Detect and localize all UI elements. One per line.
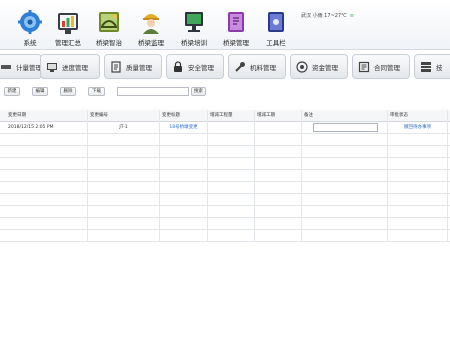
module-quality[interactable]: 质量管理: [104, 54, 162, 79]
remark-input[interactable]: [313, 123, 378, 132]
column-header-date[interactable]: 变更日期: [0, 110, 88, 122]
search-input[interactable]: [117, 87, 189, 96]
module-safety-label: 安全管理: [188, 63, 214, 72]
cell-code: JT-1: [88, 122, 160, 134]
module-progress-label: 进度管理: [62, 63, 88, 72]
new-button[interactable]: 新建: [4, 87, 20, 96]
column-header-status[interactable]: 审批状态: [388, 110, 448, 122]
column-header-title[interactable]: 变更标题: [160, 110, 208, 122]
bridge-panel-icon: [99, 12, 119, 32]
grid-toolbar: 新建 编辑 删除 下载 搜索: [0, 86, 450, 100]
menu-management-summary-label: 管理汇总: [55, 39, 81, 47]
search-button[interactable]: 搜索: [191, 87, 206, 96]
module-machinery[interactable]: 机料管理: [228, 54, 286, 79]
menu-bridge-supervision[interactable]: 桥梁监理: [129, 10, 173, 48]
menu-toolbox[interactable]: 工具栏: [254, 10, 298, 48]
ruler-icon: [1, 64, 11, 69]
menu-toolbox-label: 工具栏: [266, 39, 286, 47]
delete-button[interactable]: 删除: [60, 87, 76, 96]
menu-bridge-management-label: 桥梁管理: [223, 39, 249, 47]
menu-bridge-governance[interactable]: 桥梁智治: [87, 10, 131, 48]
edit-button[interactable]: 编辑: [32, 87, 48, 96]
contract-icon: [358, 61, 370, 72]
module-bar: 计量管理 进度管理 质量管理 安全管理 机料管理 资金管理 合同管理 技: [0, 52, 450, 82]
lock-icon: [174, 60, 182, 72]
book-icon: [228, 12, 244, 32]
column-header-qty[interactable]: 增减工程量: [208, 110, 255, 122]
table-row-empty: [0, 206, 450, 218]
document-icon: [111, 60, 121, 73]
menu-bridge-management[interactable]: 桥梁管理: [214, 10, 258, 48]
module-metering-label: 计量管理: [16, 63, 42, 72]
column-header-remark[interactable]: 备注: [302, 110, 388, 122]
module-progress[interactable]: 进度管理: [40, 54, 100, 79]
chart-icon: [58, 13, 78, 34]
table-row-empty: [0, 182, 450, 194]
column-header-code[interactable]: 变更编号: [88, 110, 160, 122]
module-metering[interactable]: 计量管理: [0, 54, 42, 79]
table-row-empty: [0, 218, 450, 230]
progress-monitor-icon: [47, 62, 57, 72]
cell-qty: [208, 122, 255, 134]
menu-bridge-governance-label: 桥梁智治: [96, 39, 122, 47]
top-ribbon: 系统 管理汇总 桥梁智治 桥梁监理 桥梁培训 桥梁管理 工具栏 武汉 小雨 17…: [0, 0, 450, 50]
cell-date: 2018/12/15 2:05 PM: [0, 122, 88, 134]
table-row-empty: [0, 134, 450, 146]
module-contract-label: 合同管理: [374, 63, 400, 72]
table-row-empty: [0, 158, 450, 170]
table-row-empty: [0, 146, 450, 158]
module-quality-label: 质量管理: [126, 63, 152, 72]
menu-bridge-training[interactable]: 桥梁培训: [172, 10, 216, 48]
cell-days: [255, 122, 302, 134]
weather-flag: ≡: [349, 13, 354, 19]
menu-bridge-supervision-label: 桥梁监理: [138, 39, 164, 47]
weather-info: 武汉 小雨 17~27℃ ≡: [301, 12, 354, 19]
wrench-icon: [235, 61, 245, 72]
coin-icon: [296, 60, 308, 73]
table-row-empty: [0, 230, 450, 242]
module-technology-label: 技: [436, 63, 443, 72]
change-grid: 变更日期 变更编号 变更标题 增减工程量 增减工期 备注 审批状态 2018/1…: [0, 110, 450, 245]
menu-bridge-training-label: 桥梁培训: [181, 39, 207, 47]
module-contract[interactable]: 合同管理: [352, 54, 410, 79]
menu-management-summary[interactable]: 管理汇总: [46, 10, 90, 48]
monitor-icon: [185, 12, 203, 32]
table-row-empty: [0, 170, 450, 182]
weather-text: 武汉 小雨 17~27℃: [301, 13, 347, 19]
cell-status-link[interactable]: 撤回待办事项: [388, 122, 448, 134]
module-machinery-label: 机料管理: [250, 63, 276, 72]
grid-header-row: 变更日期 变更编号 变更标题 增减工程量 增减工期 备注 审批状态: [0, 110, 450, 122]
table-row-empty: [0, 194, 450, 206]
module-funds[interactable]: 资金管理: [290, 54, 348, 79]
download-button[interactable]: 下载: [88, 87, 105, 96]
column-header-days[interactable]: 增减工期: [255, 110, 302, 122]
module-safety[interactable]: 安全管理: [166, 54, 224, 79]
cell-title-link[interactable]: 18号桥墩变更: [160, 122, 208, 134]
module-funds-label: 资金管理: [312, 63, 338, 72]
toolbox-icon: [268, 12, 284, 32]
module-technology[interactable]: 技: [414, 54, 450, 79]
gear-icon: [18, 10, 42, 34]
table-row[interactable]: 2018/12/15 2:05 PM JT-1 18号桥墩变更 撤回待办事项: [0, 122, 450, 134]
tech-icon: [421, 61, 431, 72]
worker-icon: [143, 14, 159, 34]
